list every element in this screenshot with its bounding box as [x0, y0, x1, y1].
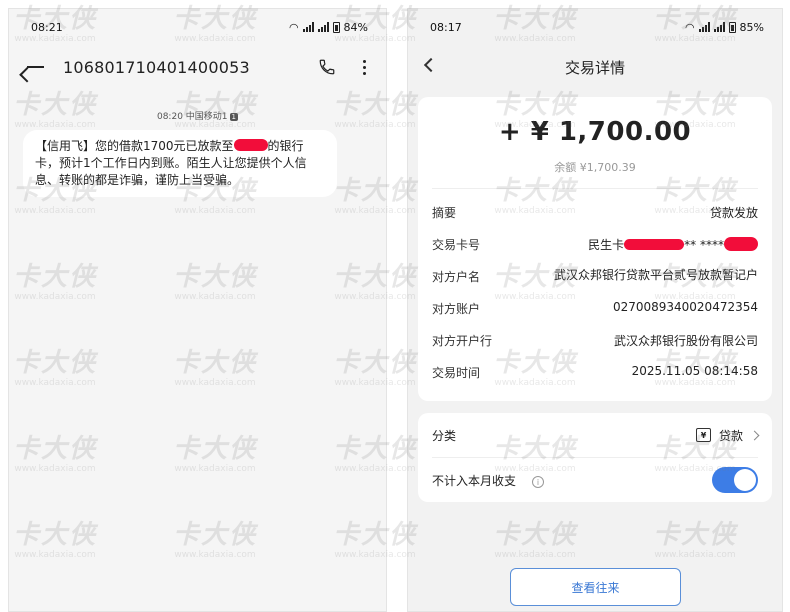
card-prefix: 民生卡	[588, 238, 625, 252]
battery-percent: 85%	[739, 20, 764, 34]
card-label: 交易卡号	[432, 238, 481, 252]
row-party-bank: 对方开户行 武汉众邦银行股份有限公司	[432, 323, 758, 355]
back-arrow-icon[interactable]	[23, 55, 47, 79]
message-text-start: 【信用飞】您的借款1700元已放款至	[35, 139, 234, 153]
redaction-mark	[233, 139, 268, 151]
tx-header: 交易详情	[408, 45, 782, 89]
message-meta: 08:20 中国移动1 1	[9, 109, 386, 122]
transaction-amount: + ¥ 1,700.00	[498, 117, 692, 147]
page-title: 交易详情	[564, 58, 625, 77]
chevron-right-icon	[749, 430, 760, 440]
category-card: 分类 ¥ 贷款 不计入本月收支 i	[418, 413, 772, 502]
redaction-mark	[624, 239, 685, 250]
row-summary: 摘要 贷款发放	[432, 195, 758, 227]
more-options-icon[interactable]	[356, 59, 372, 75]
message-bubble[interactable]: 【信用飞】您的借款1700元已放款至 的银行卡，预计1个工作日内到账。陌生人让您提…	[23, 130, 337, 197]
signal-icon-2	[317, 22, 329, 32]
card-value: 民生卡 ** ****	[588, 236, 758, 253]
wifi-icon: ◠	[684, 20, 695, 34]
sim-badge: 1	[229, 113, 238, 121]
row-card-number: 交易卡号 民生卡 ** ****	[432, 227, 758, 259]
category-value: 贷款	[718, 428, 743, 443]
wifi-icon: ◠	[288, 20, 299, 34]
battery-icon	[332, 21, 340, 33]
party-name-label: 对方户名	[432, 270, 481, 284]
party-bank-label: 对方开户行	[432, 334, 493, 348]
party-name-value: 武汉众邦银行贷款平台贰号放款暂记户	[553, 268, 758, 282]
status-icons: ◠ 84%	[289, 21, 368, 34]
signal-icon-2	[713, 22, 725, 32]
party-bank-value: 武汉众邦银行股份有限公司	[613, 334, 758, 348]
phone-call-icon[interactable]	[316, 56, 338, 78]
carrier-name: 中国移动1	[185, 112, 228, 122]
redaction-mark	[724, 237, 758, 251]
time-label: 交易时间	[432, 366, 481, 380]
transaction-screen: 08:17 ◠ 85% 交易详情 + ¥ 1,700.00 余额 ¥1,700.…	[407, 8, 783, 612]
info-icon[interactable]: i	[532, 476, 545, 488]
exclude-label: 不计入本月收支	[432, 473, 517, 488]
summary-value: 贷款发放	[709, 206, 758, 220]
time-value: 2025.11.05 08:14:58	[631, 364, 758, 378]
row-tx-time: 交易时间 2025.11.05 08:14:58	[432, 355, 758, 387]
message-time: 08:20	[156, 112, 183, 122]
exclude-label-wrap: 不计入本月收支 i	[432, 472, 545, 489]
signal-icon	[698, 22, 710, 32]
loan-category-icon: ¥	[695, 428, 711, 442]
row-party-account: 对方账户 0270089340020472354	[432, 291, 758, 323]
card-masked: ** ****	[684, 238, 724, 252]
sms-header: 106801710401400053	[9, 45, 386, 89]
category-row[interactable]: 分类 ¥ 贷款	[418, 413, 772, 457]
party-account-label: 对方账户	[432, 302, 481, 316]
category-label: 分类	[432, 428, 457, 443]
battery-percent: 84%	[343, 20, 368, 34]
summary-label: 摘要	[432, 206, 457, 220]
sender-number: 106801710401400053	[63, 57, 250, 77]
transaction-card: + ¥ 1,700.00 余额 ¥1,700.39 摘要 贷款发放 交易卡号 民…	[418, 97, 772, 401]
category-selector[interactable]: ¥ 贷款	[695, 427, 760, 444]
view-history-button[interactable]: 查看往来	[510, 568, 681, 606]
status-time: 08:17	[430, 20, 462, 34]
sms-screen: 08:21 ◠ 84% 106801710401400053 08:20 中国移…	[8, 8, 387, 612]
detail-rows: 摘要 贷款发放 交易卡号 民生卡 ** **** 对方户名 武汉众邦银行贷款平台贰…	[418, 189, 772, 387]
exclude-toggle[interactable]	[712, 467, 758, 493]
party-account-value: 0270089340020472354	[612, 300, 758, 314]
battery-icon	[728, 21, 736, 33]
exclude-row: 不计入本月收支 i	[418, 458, 772, 502]
status-time: 08:21	[31, 20, 63, 34]
status-bar: 08:17 ◠ 85%	[408, 9, 782, 45]
row-party-name: 对方户名 武汉众邦银行贷款平台贰号放款暂记户	[432, 259, 758, 291]
balance-text: 余额 ¥1,700.39	[554, 161, 636, 174]
status-bar: 08:21 ◠ 84%	[9, 9, 386, 45]
signal-icon	[302, 22, 314, 32]
status-icons: ◠ 85%	[685, 21, 764, 34]
